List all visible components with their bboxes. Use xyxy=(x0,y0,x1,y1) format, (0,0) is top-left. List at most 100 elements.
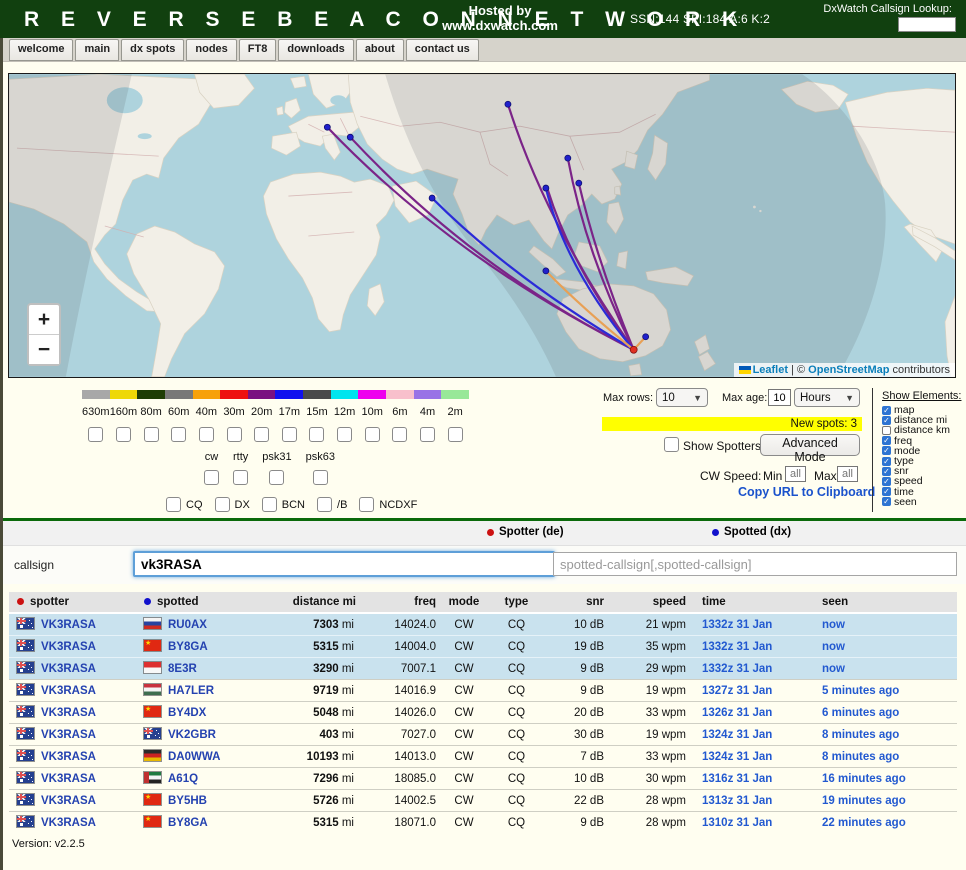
cw-speed-min-input[interactable] xyxy=(785,466,806,482)
time-value: 1310z 31 Jan xyxy=(702,817,772,829)
band-color-40m xyxy=(193,390,221,399)
nav-tab-main[interactable]: main xyxy=(75,39,119,61)
max-age-unit-select[interactable]: Hours▼ xyxy=(794,388,860,407)
show-element-checkbox-distance-km[interactable] xyxy=(882,426,891,435)
spotter-callsign-link[interactable]: VK3RASA xyxy=(41,619,96,631)
mode-checkbox-rtty[interactable] xyxy=(233,470,248,485)
show-element-checkbox-mode[interactable]: ✓ xyxy=(882,446,891,455)
show-element-checkbox-distance-mi[interactable]: ✓ xyxy=(882,416,891,425)
show-element-checkbox-snr[interactable]: ✓ xyxy=(882,467,891,476)
nav-tab-downloads[interactable]: downloads xyxy=(278,39,353,61)
spotter-callsign-link[interactable]: VK3RASA xyxy=(41,641,96,653)
type-checkbox-CQ[interactable] xyxy=(166,497,181,512)
band-label-20m: 20m xyxy=(248,406,276,418)
max-rows-select[interactable]: 10▼ xyxy=(656,388,708,407)
band-label-12m: 12m xyxy=(331,406,359,418)
nav-tab-FT8[interactable]: FT8 xyxy=(239,39,277,61)
spotted-callsign-input[interactable] xyxy=(553,552,957,576)
speed-cell: 28 wpm xyxy=(612,812,692,834)
zoom-out-button[interactable]: − xyxy=(29,335,59,364)
flag-icon-hu xyxy=(144,684,161,695)
seen-cell: now xyxy=(807,613,957,636)
distance-value: 5726 xyxy=(313,795,339,807)
show-spotters-checkbox[interactable] xyxy=(664,437,679,452)
advanced-mode-button[interactable]: Advanced Mode xyxy=(760,434,860,456)
nav-tab-contact-us[interactable]: contact us xyxy=(406,39,479,61)
show-element-checkbox-map[interactable]: ✓ xyxy=(882,406,891,415)
type-checkbox-DX[interactable] xyxy=(215,497,230,512)
seen-cell: 8 minutes ago xyxy=(807,746,957,768)
band-checkbox-40m[interactable] xyxy=(199,427,214,442)
time-value: 1332z 31 Jan xyxy=(702,663,772,675)
show-element-checkbox-seen[interactable]: ✓ xyxy=(882,497,891,506)
spotter-callsign-link[interactable]: VK3RASA xyxy=(41,729,96,741)
max-age-input[interactable] xyxy=(768,389,791,406)
zoom-in-button[interactable]: + xyxy=(29,305,59,335)
band-checkbox-20m[interactable] xyxy=(254,427,269,442)
band-label-17m: 17m xyxy=(275,406,303,418)
nav-tab-about[interactable]: about xyxy=(356,39,404,61)
copy-url-link[interactable]: Copy URL to Clipboard xyxy=(738,485,875,499)
band-checkbox-6m[interactable] xyxy=(392,427,407,442)
band-checkbox-17m[interactable] xyxy=(282,427,297,442)
time-value: 1313z 31 Jan xyxy=(702,795,772,807)
spotted-callsign-link[interactable]: 8E3R xyxy=(168,663,197,675)
hosted-by-link[interactable]: www.dxwatch.com xyxy=(398,18,602,33)
spotted-callsign-link[interactable]: A61Q xyxy=(168,773,198,785)
spotted-callsign-link[interactable]: VK2GBR xyxy=(168,729,216,741)
dxwatch-lookup-input[interactable] xyxy=(898,17,956,32)
band-checkbox-60m[interactable] xyxy=(171,427,186,442)
spotter-callsign-link[interactable]: VK3RASA xyxy=(41,817,96,829)
type-cell: CQ xyxy=(489,812,544,834)
nav-tab-dx-spots[interactable]: dx spots xyxy=(121,39,184,61)
band-checkbox-160m[interactable] xyxy=(116,427,131,442)
show-element-checkbox-freq[interactable]: ✓ xyxy=(882,436,891,445)
band-checkbox-10m[interactable] xyxy=(365,427,380,442)
band-checkbox-15m[interactable] xyxy=(309,427,324,442)
spotter-callsign-link[interactable]: VK3RASA xyxy=(41,685,96,697)
type-checkbox-BCN[interactable] xyxy=(262,497,277,512)
mode-label-psk63: psk63 xyxy=(306,451,335,463)
mode-checkbox-psk31[interactable] xyxy=(269,470,284,485)
spotted-callsign-link[interactable]: BY8GA xyxy=(168,641,208,653)
openstreetmap-link[interactable]: OpenStreetMap xyxy=(808,364,889,376)
time-cell: 1332z 31 Jan xyxy=(692,658,807,680)
spotted-callsign-link[interactable]: BY5HB xyxy=(168,795,207,807)
spotter-callsign-link[interactable]: VK3RASA xyxy=(41,795,96,807)
band-checkbox-80m[interactable] xyxy=(144,427,159,442)
show-element-checkbox-time[interactable]: ✓ xyxy=(882,487,891,496)
cw-speed-max-input[interactable] xyxy=(837,466,858,482)
mode-checkbox-cw[interactable] xyxy=(204,470,219,485)
spotted-callsign-link[interactable]: RU0AX xyxy=(168,619,207,631)
band-checkbox-12m[interactable] xyxy=(337,427,352,442)
show-element-checkbox-type[interactable]: ✓ xyxy=(882,457,891,466)
spotter-callsign-link[interactable]: VK3RASA xyxy=(41,663,96,675)
band-checkbox-2m[interactable] xyxy=(448,427,463,442)
nav-tab-nodes[interactable]: nodes xyxy=(186,39,236,61)
spotted-callsign-link[interactable]: HA7LER xyxy=(168,685,214,697)
freq-cell: 14013.0 xyxy=(364,746,439,768)
nav-tab-welcome[interactable]: welcome xyxy=(9,39,73,61)
type-checkbox-NCDXF[interactable] xyxy=(359,497,374,512)
time-value: 1324z 31 Jan xyxy=(702,729,772,741)
spotter-callsign-link[interactable]: VK3RASA xyxy=(41,773,96,785)
spotted-callsign-link[interactable]: DA0WWA xyxy=(168,751,220,763)
world-map[interactable]: + − Leaflet | © OpenStreetMap contributo… xyxy=(8,73,956,378)
mode-checkbox-psk63[interactable] xyxy=(313,470,328,485)
band-checkbox-630m[interactable] xyxy=(88,427,103,442)
type-cell: CQ xyxy=(489,702,544,724)
type-checkbox-B[interactable] xyxy=(317,497,332,512)
freq-cell: 7027.0 xyxy=(364,724,439,746)
spotted-callsign-link[interactable]: BY8GA xyxy=(168,817,208,829)
spotter-callsign-input[interactable] xyxy=(133,551,555,577)
hosted-by-line1: Hosted by xyxy=(398,3,602,18)
show-element-checkbox-speed[interactable]: ✓ xyxy=(882,477,891,486)
spotter-callsign-link[interactable]: VK3RASA xyxy=(41,707,96,719)
leaflet-link[interactable]: Leaflet xyxy=(753,364,788,376)
version-text: Version: v2.2.5 xyxy=(12,838,966,850)
table-row: VK3RASABY8GA5315 mi18071.0CWCQ9 dB28 wpm… xyxy=(9,812,957,834)
spotted-callsign-link[interactable]: BY4DX xyxy=(168,707,206,719)
spotter-callsign-link[interactable]: VK3RASA xyxy=(41,751,96,763)
band-checkbox-30m[interactable] xyxy=(227,427,242,442)
band-checkbox-4m[interactable] xyxy=(420,427,435,442)
